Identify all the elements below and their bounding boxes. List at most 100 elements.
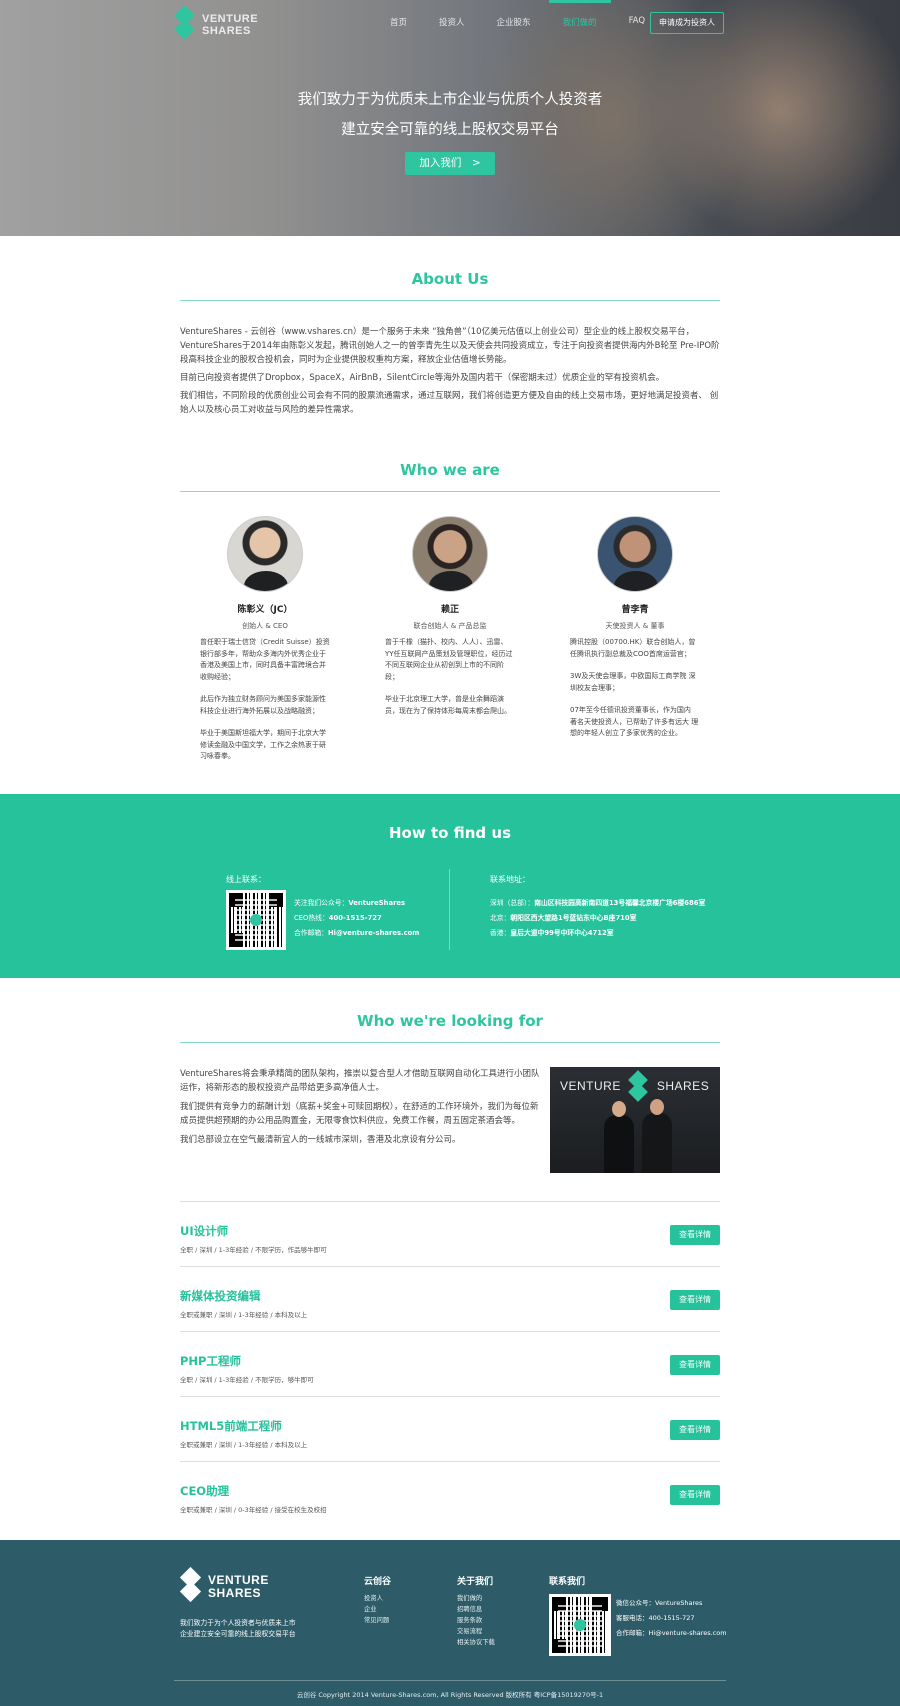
footer-link[interactable]: 我们做的 <box>457 1593 495 1604</box>
footer-logo[interactable]: VENTURE SHARES <box>179 1566 269 1604</box>
person-card: 曾李青 天使投资人 & 董事 腾讯控股（00700.HK）联合创始人，曾任腾讯执… <box>570 516 700 774</box>
qr-code-icon <box>226 889 286 950</box>
person-bio: 3W及天使会理事，中欧国际工商学院 深圳校友会理事； <box>570 672 696 692</box>
ceo-hotline[interactable]: 400-1515-727 <box>329 914 382 922</box>
person-bio: 毕业于美国斯坦福大学，期间于北京大学修读金融及中国文学，工作之余热衷于研习咏春拳… <box>200 729 326 760</box>
person-role: 创始人 & CEO <box>242 622 288 630</box>
job-item: HTML5前端工程师 全职或兼职 / 深圳 / 1-3年经验 / 本科及以上 查… <box>180 1397 720 1462</box>
about-title: About Us <box>411 270 489 288</box>
about-paragraph: VentureShares - 云创谷（www.vshares.cn）是一个服务… <box>180 327 720 365</box>
service-phone[interactable]: 400-1515-727 <box>649 1614 695 1622</box>
job-title[interactable]: PHP工程师 <box>180 1353 241 1369</box>
person-card: 陈彰义（JC） 创始人 & CEO 曾任职于瑞士信贷（Credit Suisse… <box>200 516 330 774</box>
join-us-button[interactable]: 加入我们 > <box>405 152 495 175</box>
person-bio: 毕业于北京理工大学，曾是业余舞蹈演员，现在为了保持体形每周末都会爬山。 <box>385 695 511 715</box>
wechat-account: VentureShares <box>348 898 406 907</box>
about-section: About Us VentureShares - 云创谷（www.vshares… <box>180 236 720 417</box>
email-link[interactable]: Hi@venture-shares.com <box>328 929 419 937</box>
nav-item-about[interactable]: 我们做的 <box>548 0 611 30</box>
nav-item-investors[interactable]: 投资人 <box>439 16 465 30</box>
logo-line2: SHARES <box>208 1586 262 1600</box>
footer-col-about: 关于我们 我们做的 招聘信息 服务条款 交易流程 相关协议下载 <box>457 1574 495 1648</box>
footer-col-vshares: 云创谷 投资人 企业 常见问题 <box>364 1574 391 1626</box>
footer-link[interactable]: 招聘信息 <box>457 1604 495 1615</box>
address-key: 北京： <box>490 913 511 922</box>
footer-col-title: 云创谷 <box>364 1577 392 1587</box>
footer-link[interactable]: 投资人 <box>364 1593 391 1604</box>
email-link[interactable]: Hi@venture-shares.com <box>649 1629 727 1637</box>
view-details-button[interactable]: 查看详情 <box>670 1354 720 1375</box>
address-key: 深圳（总部）： <box>490 898 535 907</box>
about-paragraph: 我们相信，不同阶段的优质创业公司会有不同的股票流通需求，通过互联网，我们将创造更… <box>180 391 719 415</box>
footer-slogan: 我们致力于为个人投资者与优质未上市 <box>180 1619 296 1627</box>
view-details-button[interactable]: 查看详情 <box>670 1289 720 1310</box>
person-role: 天使投资人 & 董事 <box>605 622 665 630</box>
job-title[interactable]: HTML5前端工程师 <box>180 1418 282 1434</box>
job-meta: 全职或兼职 / 深圳 / 0-3年经验 / 接受在校生及校招 <box>180 1505 327 1514</box>
job-item: 新媒体投资编辑 全职或兼职 / 深圳 / 1-3年经验 / 本科及以上 查看详情 <box>180 1267 720 1332</box>
address-key: 香港： <box>490 928 511 937</box>
who-section: Who we are 陈彰义（JC） 创始人 & CEO 曾任职于瑞士信贷（Cr… <box>180 417 720 774</box>
nav-menu: 首页 投资人 企业股东 我们做的 FAQ <box>390 0 677 30</box>
job-meta: 全职 / 深圳 / 1-3年经验 / 不限学历，作品够牛即可 <box>180 1245 327 1254</box>
looking-paragraph: 我们提供有竞争力的薪酬计划（底薪+奖金+可赎回期权），在舒适的工作环境外，我们为… <box>180 1101 539 1126</box>
venture-shares-logo-icon <box>173 4 196 42</box>
address-label: 联系地址： <box>490 874 530 884</box>
job-meta: 全职或兼职 / 深圳 / 1-3年经验 / 本科及以上 <box>180 1310 308 1319</box>
footer-link[interactable]: 常见问题 <box>364 1615 391 1626</box>
divider <box>180 1041 720 1043</box>
divider <box>180 300 720 301</box>
footer-col-title: 联系我们 <box>549 1577 586 1587</box>
address-value: 南山区科技园高新南四道13号福馨北京楼广场6楼686室 <box>534 898 706 907</box>
footer-link[interactable]: 服务条款 <box>457 1615 495 1626</box>
footer-col-title: 关于我们 <box>457 1577 494 1587</box>
hero-banner: VENTURE SHARES 首页 投资人 企业股东 我们做的 FAQ 申请成为投… <box>0 0 900 236</box>
contact-key: 客服电话： <box>616 1614 649 1622</box>
person-name: 陈彰义（JC） <box>237 605 293 615</box>
footer-link[interactable]: 相关协议下载 <box>457 1637 495 1648</box>
find-us-section: How to find us 线上联系： 关注我们公众号：VentureShar… <box>0 793 900 978</box>
person-name: 赖正 <box>440 605 459 615</box>
person-bio: 曾于千橡（猫扑、校内、人人）、迅雷、YY任互联网产品策划及管理职位，经历过不同互… <box>385 638 513 681</box>
looking-paragraph: 我们总部设立在空气最清新宜人的一线城市深圳，香港及北京设有分公司。 <box>180 1134 461 1145</box>
job-item: UI设计师 全职 / 深圳 / 1-3年经验 / 不限学历，作品够牛即可 查看详… <box>180 1202 720 1267</box>
job-title[interactable]: 新媒体投资编辑 <box>180 1288 261 1304</box>
looking-paragraph: VentureShares将会秉承精简的团队架构，推崇以复合型人才借助互联网自动… <box>180 1068 540 1093</box>
apply-investor-button[interactable]: 申请成为投资人 <box>650 12 724 34</box>
person-bio: 腾讯控股（00700.HK）联合创始人，曾任腾讯执行副总裁及COO首席运营官； <box>570 638 696 658</box>
footer-col-contact: 联系我们 <box>549 1574 585 1593</box>
contact-key: 合作邮箱： <box>294 928 328 937</box>
logo-line1: VENTURE <box>202 13 259 25</box>
team-photo: VENTURE SHARES <box>550 1066 720 1173</box>
photo-caption-right: SHARES <box>656 1078 710 1093</box>
footer-link[interactable]: 企业 <box>364 1604 391 1615</box>
job-item: PHP工程师 全职 / 深圳 / 1-3年经验 / 不限学历，够牛即可 查看详情 <box>180 1332 720 1397</box>
view-details-button[interactable]: 查看详情 <box>670 1224 720 1245</box>
online-contact-label: 线上联系： <box>226 874 266 884</box>
contact-key: 合作邮箱： <box>616 1629 649 1637</box>
footer-slogan: 企业建立安全可靠的线上股权交易平台 <box>180 1630 296 1638</box>
address-value: 皇后大道中99号中环中心4712室 <box>510 928 614 937</box>
view-details-button[interactable]: 查看详情 <box>670 1484 720 1505</box>
who-title: Who we are <box>400 461 500 479</box>
photo-caption-left: VENTURE <box>560 1078 621 1093</box>
brand-logo[interactable]: VENTURE SHARES <box>173 4 259 42</box>
nav-item-shareholders[interactable]: 企业股东 <box>497 16 531 30</box>
about-paragraph: 目前已向投资者提供了Dropbox，SpaceX，AirBnB，SilentCi… <box>180 373 665 383</box>
contact-key: CEO热线： <box>294 913 329 922</box>
job-title[interactable]: UI设计师 <box>180 1223 228 1239</box>
nav-item-home[interactable]: 首页 <box>390 16 407 30</box>
job-list: UI设计师 全职 / 深圳 / 1-3年经验 / 不限学历，作品够牛即可 查看详… <box>180 1200 720 1527</box>
person-card: 赖正 联合创始人 & 产品总监 曾于千橡（猫扑、校内、人人）、迅雷、YY任互联网… <box>385 516 515 774</box>
job-meta: 全职 / 深圳 / 1-3年经验 / 不限学历，够牛即可 <box>180 1375 314 1384</box>
footer-link[interactable]: 交易流程 <box>457 1626 495 1637</box>
footer: VENTURE SHARES 我们致力于为个人投资者与优质未上市 企业建立安全可靠的… <box>0 1540 900 1706</box>
copyright: 云创谷 Copyright 2014 Venture-Shares.com, A… <box>296 1691 604 1699</box>
view-details-button[interactable]: 查看详情 <box>670 1419 720 1440</box>
looking-title: Who we're looking for <box>357 1011 543 1030</box>
divider <box>174 1680 726 1681</box>
job-title[interactable]: CEO助理 <box>180 1483 229 1499</box>
nav-item-faq[interactable]: FAQ <box>629 16 645 30</box>
wechat-account: VentureShares <box>655 1599 703 1607</box>
hero-headline-2: 建立安全可靠的线上股权交易平台 <box>341 122 559 138</box>
